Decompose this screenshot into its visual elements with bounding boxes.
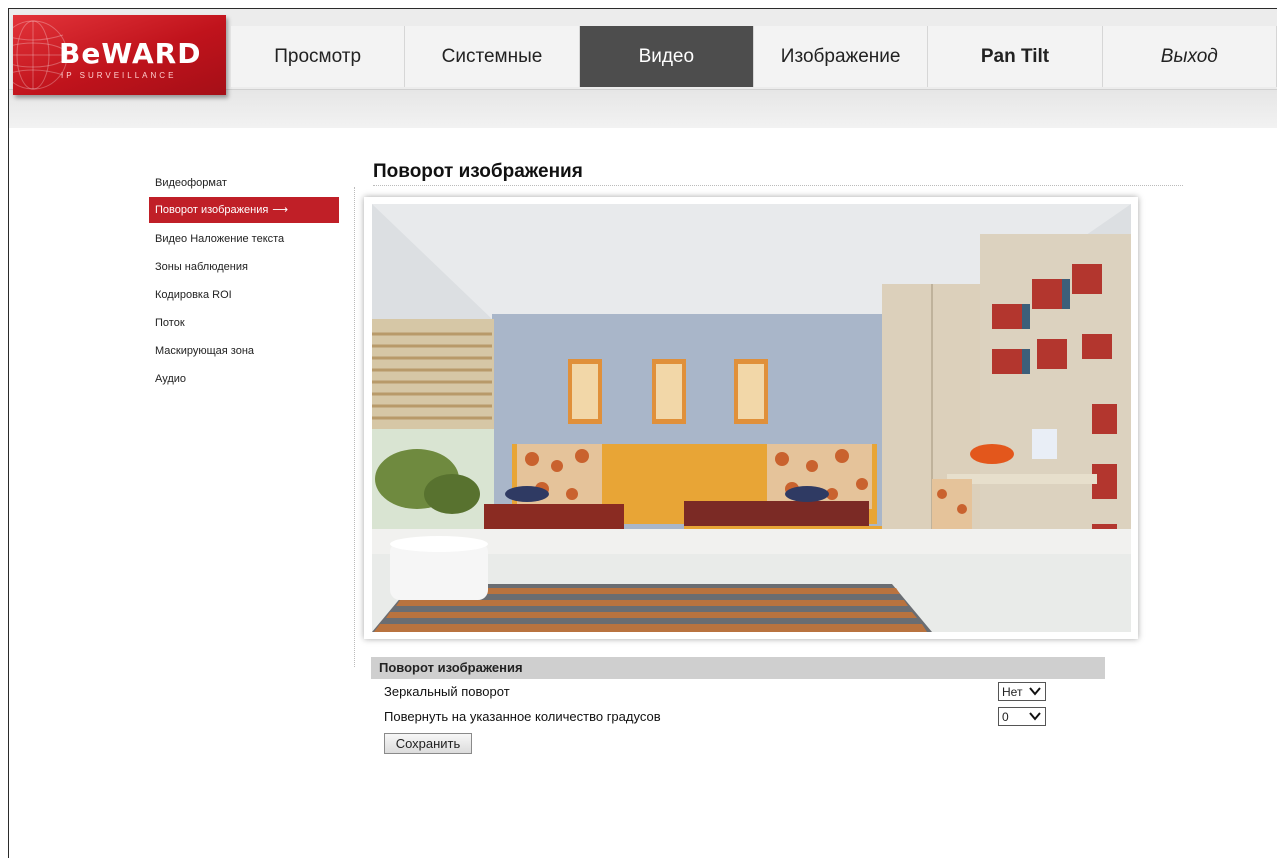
camera-preview-image <box>372 204 1131 632</box>
top-navigation: BeWARD IP SURVEILLANCE Просмотр Системны… <box>9 9 1277 128</box>
sidebar-item-label: Кодировка ROI <box>155 289 232 301</box>
tab-video[interactable]: Видео <box>579 26 754 87</box>
tab-image[interactable]: Изображение <box>753 26 929 87</box>
tab-system[interactable]: Системные <box>405 26 580 87</box>
sidebar-item-label: Видеоформат <box>155 177 227 189</box>
content-divider <box>354 187 355 667</box>
mirror-select[interactable]: Нет <box>998 682 1046 701</box>
sidebar-item-label: Аудио <box>155 373 187 385</box>
camera-preview <box>364 197 1138 639</box>
sidebar-item-label: Поток <box>155 317 185 329</box>
mirror-select-value: Нет <box>1002 684 1023 699</box>
tab-pan-tilt[interactable]: Pan Tilt <box>928 26 1103 87</box>
sidebar-item-stream[interactable]: Поток <box>149 309 339 337</box>
rotate-select[interactable]: 0 <box>998 707 1046 726</box>
tab-view[interactable]: Просмотр <box>231 26 406 87</box>
save-button[interactable]: Сохранить <box>384 733 472 754</box>
sidebar-item-label: Видео Наложение текста <box>155 233 285 245</box>
sidebar-item-label: Поворот изображения <box>155 204 269 216</box>
sidebar-item-video-format[interactable]: Видеоформат <box>149 169 339 197</box>
brand-name: BeWARD <box>59 37 202 70</box>
sidebar-item-privacy-mask[interactable]: Маскирующая зона <box>149 337 339 365</box>
sidebar-item-surveillance-zones[interactable]: Зоны наблюдения <box>149 253 339 281</box>
sidebar-item-image-rotation[interactable]: Поворот изображения ⟶ <box>149 197 339 223</box>
sidebar-item-text-overlay[interactable]: Видео Наложение текста <box>149 225 339 253</box>
sidebar-item-label: Зоны наблюдения <box>155 261 248 273</box>
app-frame: BeWARD IP SURVEILLANCE Просмотр Системны… <box>8 8 1277 858</box>
main-tabs: Просмотр Системные Видео Изображение Pan… <box>231 26 1277 87</box>
sidebar-item-roi-encoding[interactable]: Кодировка ROI <box>149 281 339 309</box>
brand-tagline: IP SURVEILLANCE <box>61 71 177 80</box>
beward-logo[interactable]: BeWARD IP SURVEILLANCE <box>13 15 226 95</box>
rotate-label: Повернуть на указанное количество градус… <box>384 709 661 724</box>
sidebar-item-audio[interactable]: Аудио <box>149 365 339 393</box>
mirror-label: Зеркальный поворот <box>384 684 510 699</box>
arrow-right-icon: ⟶ <box>272 204 289 216</box>
page-title: Поворот изображения <box>373 161 583 182</box>
sidebar: Видеоформат Поворот изображения ⟶ Видео Н… <box>149 169 339 393</box>
settings-header: Поворот изображения <box>371 657 1105 679</box>
chevron-down-icon <box>1029 712 1041 721</box>
chevron-down-icon <box>1029 687 1041 696</box>
tab-logout[interactable]: Выход <box>1102 26 1277 87</box>
title-divider <box>373 185 1183 186</box>
sidebar-item-label: Маскирующая зона <box>155 345 255 357</box>
rotate-select-value: 0 <box>1002 709 1009 724</box>
